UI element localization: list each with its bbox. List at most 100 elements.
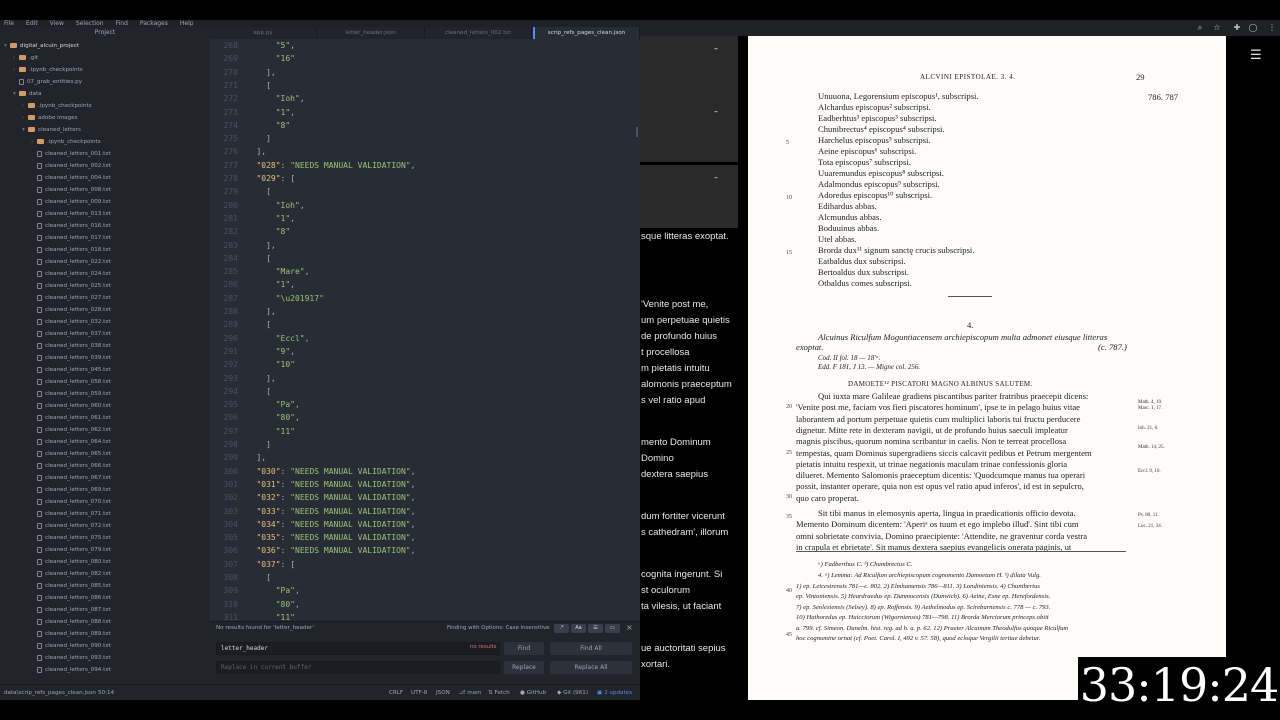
star-icon[interactable]: ☆ (1212, 23, 1222, 33)
tree-file[interactable]: cleaned_letters_027.txt (0, 292, 210, 304)
close-icon[interactable]: × (626, 623, 633, 632)
tab-2[interactable]: cleaned_letters_002.txt (425, 27, 532, 39)
tree-folder[interactable]: ▾ cleaned_letters (0, 124, 210, 136)
code-view[interactable]: 268 "5", 269 "16" 270 ], 271 [272 "Ioh", 273… (210, 39, 640, 621)
menu-icon[interactable]: ⋮ (1267, 23, 1277, 33)
updates[interactable]: ▣ 2 updates (597, 685, 632, 701)
tree-file[interactable]: cleaned_letters_017.txt (0, 232, 210, 244)
git[interactable]: ◆ Git (961) (557, 685, 588, 701)
file-path[interactable]: data\scrip_refs_pages_clean.json (4, 685, 96, 701)
cursor-position[interactable]: 50:14 (98, 685, 114, 701)
menu-item[interactable]: Selection (76, 20, 104, 27)
tree-file[interactable]: cleaned_letters_075.txt (0, 532, 210, 544)
encoding[interactable]: UTF-8 (411, 685, 427, 701)
tree-file[interactable]: cleaned_letters_022.txt (0, 256, 210, 268)
tree-folder[interactable]: › .ipynb_checkpoints (0, 100, 210, 112)
branch[interactable]: ⎇ main (459, 685, 481, 701)
menu-item[interactable]: Help (180, 20, 194, 27)
tree-file[interactable]: cleaned_letters_024.txt (0, 268, 210, 280)
tree-folder[interactable]: ▾ digital_alcuin_project (0, 40, 210, 52)
tree-file[interactable]: cleaned_letters_072.txt (0, 520, 210, 532)
tree-file[interactable]: cleaned_letters_018.txt (0, 244, 210, 256)
menu-item[interactable]: Find (116, 20, 128, 27)
tree-file[interactable]: cleaned_letters_079.txt (0, 544, 210, 556)
tree-folder[interactable]: › .ipynb_checkpoints (0, 136, 210, 148)
selection-toggle[interactable]: ☰ (588, 624, 603, 633)
menu-item[interactable]: View (50, 20, 64, 27)
tree-file[interactable]: cleaned_letters_013.txt (0, 208, 210, 220)
tree-file[interactable]: cleaned_letters_089.txt (0, 628, 210, 640)
tree-folder[interactable]: › adobe images (0, 112, 210, 124)
tree-file[interactable]: cleaned_letters_069.txt (0, 484, 210, 496)
replace-button[interactable]: Replace (504, 661, 544, 674)
tree-file[interactable]: cleaned_letters_039.txt (0, 352, 210, 364)
github[interactable]: ● GitHub (520, 685, 546, 701)
tree-file[interactable]: cleaned_letters_082.txt (0, 568, 210, 580)
tree-folder[interactable]: › .git (0, 52, 210, 64)
file-icon (19, 78, 24, 85)
menu-item[interactable]: Packages (140, 20, 168, 27)
tree-file[interactable]: cleaned_letters_066.txt (0, 460, 210, 472)
tree-file[interactable]: 07_grab_entities.py (0, 76, 210, 88)
find-input[interactable]: letter_header (216, 642, 500, 655)
fetch[interactable]: ⇅ Fetch (488, 685, 510, 701)
tree-file[interactable]: cleaned_letters_087.txt (0, 604, 210, 616)
tree-file[interactable]: cleaned_letters_060.txt (0, 400, 210, 412)
tab-1[interactable]: letter_header.json (318, 27, 425, 39)
thumbnail[interactable]: – (640, 36, 738, 99)
replace-all-button[interactable]: Replace All (550, 661, 632, 674)
tree-file[interactable]: cleaned_letters_094.txt (0, 664, 210, 676)
tree-file[interactable]: cleaned_letters_059.txt (0, 388, 210, 400)
line-number: 301 (223, 479, 238, 489)
tree-file[interactable]: cleaned_letters_062.txt (0, 424, 210, 436)
tree-file[interactable]: cleaned_letters_037.txt (0, 328, 210, 340)
tree-file[interactable]: cleaned_letters_032.txt (0, 316, 210, 328)
tree-file[interactable]: cleaned_letters_025.txt (0, 280, 210, 292)
zoom-icon[interactable]: ⌕ (1195, 23, 1205, 33)
thumbnail[interactable]: – (640, 165, 738, 228)
tree-folder[interactable]: › .ipynb_checkpoints (0, 64, 210, 76)
tree-file[interactable]: cleaned_letters_001.txt (0, 148, 210, 160)
line-ending[interactable]: CRLF (389, 685, 403, 701)
tree-file[interactable]: cleaned_letters_065.txt (0, 448, 210, 460)
grammar[interactable]: JSON (436, 685, 450, 701)
tree-file[interactable]: cleaned_letters_090.txt (0, 640, 210, 652)
menu-item[interactable]: Edit (26, 20, 38, 27)
tree-file[interactable]: cleaned_letters_038.txt (0, 340, 210, 352)
tree-file[interactable]: cleaned_letters_002.txt (0, 160, 210, 172)
tree-file[interactable]: cleaned_letters_009.txt (0, 196, 210, 208)
code-line: 280 "Ioh", (210, 199, 640, 212)
tree-file[interactable]: cleaned_letters_064.txt (0, 436, 210, 448)
hamburger-icon[interactable]: ☰ (1250, 48, 1262, 63)
tree-file[interactable]: cleaned_letters_080.txt (0, 556, 210, 568)
case-toggle[interactable]: Aa (571, 624, 586, 633)
tree-file[interactable]: cleaned_letters_088.txt (0, 616, 210, 628)
tree-file[interactable]: cleaned_letters_085.txt (0, 580, 210, 592)
tree-file[interactable]: cleaned_letters_008.txt (0, 184, 210, 196)
tab-0[interactable]: app.py (210, 27, 317, 39)
tree-file[interactable]: cleaned_letters_093.txt (0, 652, 210, 664)
replace-input[interactable]: Replace in current buffer (216, 661, 500, 674)
thumbnail[interactable]: – (640, 99, 738, 162)
tree-file[interactable]: cleaned_letters_058.txt (0, 376, 210, 388)
editor-scrollbar[interactable] (636, 127, 638, 137)
tree-file[interactable]: cleaned_letters_067.txt (0, 472, 210, 484)
tree-file[interactable]: cleaned_letters_071.txt (0, 508, 210, 520)
whole-word-toggle[interactable]: ▭ (605, 624, 620, 633)
tree-file[interactable]: cleaned_letters_016.txt (0, 220, 210, 232)
tree-file[interactable]: cleaned_letters_004.txt (0, 172, 210, 184)
tree-file[interactable]: cleaned_letters_028.txt (0, 304, 210, 316)
tab-3[interactable]: scrip_refs_pages_clean.json (532, 27, 640, 39)
menu-item[interactable]: File (4, 20, 14, 27)
find-button[interactable]: Find (504, 642, 544, 655)
tree-file[interactable]: cleaned_letters_045.txt (0, 364, 210, 376)
profile-icon[interactable]: ◯ (1248, 23, 1258, 33)
tree-file[interactable]: cleaned_letters_086.txt (0, 592, 210, 604)
extensions-icon[interactable]: ✚ (1232, 23, 1242, 33)
file-icon (37, 534, 42, 541)
find-all-button[interactable]: Find All (550, 642, 632, 655)
tree-file[interactable]: cleaned_letters_061.txt (0, 412, 210, 424)
regex-toggle[interactable]: .* (554, 624, 569, 633)
tree-file[interactable]: cleaned_letters_070.txt (0, 496, 210, 508)
tree-folder[interactable]: ▾ data (0, 88, 210, 100)
